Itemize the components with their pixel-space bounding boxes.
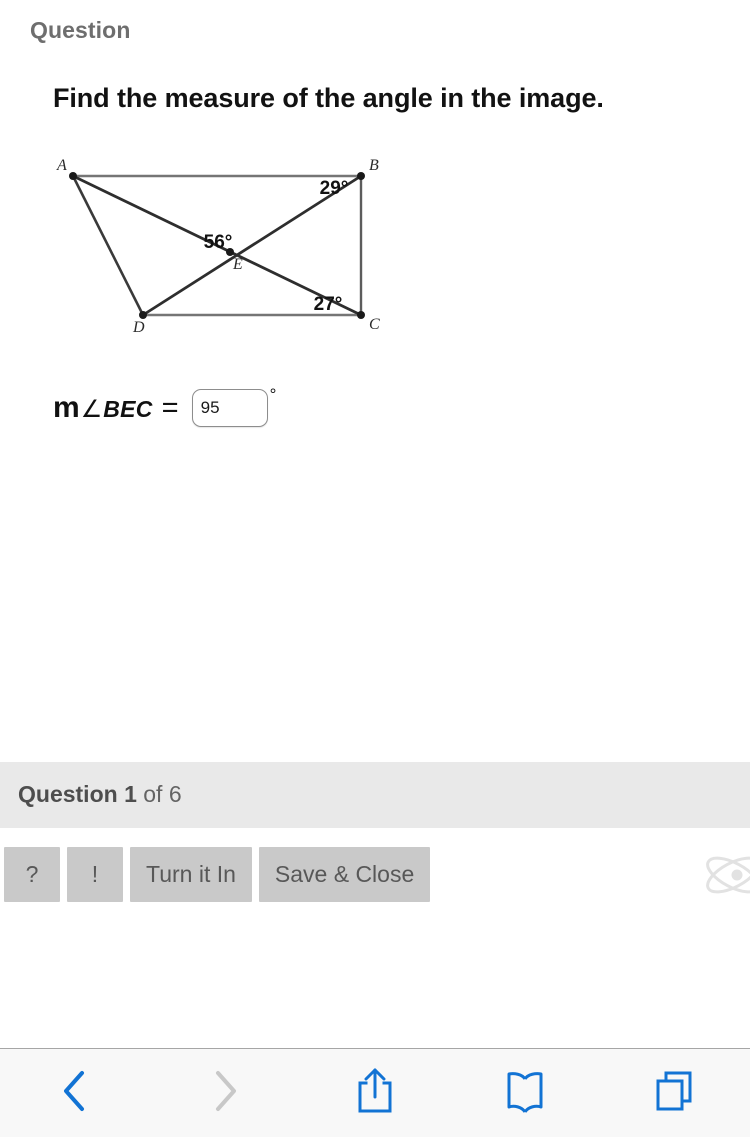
action-buttons-group: ? ! Turn it In Save & Close: [4, 847, 431, 902]
vertex-label-d: D: [132, 319, 145, 336]
degree-unit-symbol: °: [269, 385, 277, 404]
answer-equation-label: m∠BEC =: [53, 393, 179, 423]
browser-bottom-toolbar: [0, 1048, 750, 1137]
page-header: Question: [0, 0, 750, 62]
atom-logo-icon: [702, 844, 750, 906]
help-button[interactable]: ?: [4, 847, 60, 902]
vertex-dot-c: [357, 311, 365, 319]
segment-ad: [71, 175, 145, 316]
angle-symbol: ∠: [80, 396, 103, 423]
progress-total: 6: [168, 781, 182, 807]
question-progress-text: Question 1 of 6: [18, 781, 182, 808]
back-button[interactable]: [0, 1049, 150, 1137]
vertex-dot-a: [69, 172, 77, 180]
answer-input[interactable]: [191, 389, 268, 427]
geometry-figure: A B C D E 29° 56° 27°: [40, 150, 440, 350]
vertex-dot-b: [357, 172, 365, 180]
answer-row: m∠BEC = °: [53, 380, 276, 436]
vertex-dot-d: [139, 311, 147, 319]
bookmarks-icon: [501, 1067, 549, 1120]
tabs-button[interactable]: [600, 1049, 750, 1137]
back-icon: [58, 1067, 92, 1120]
vertex-label-c: C: [369, 316, 380, 333]
angle-label-29: 29°: [320, 178, 349, 199]
angle-label-27: 27°: [314, 294, 343, 315]
progress-current: 1: [124, 781, 137, 807]
forward-icon: [208, 1067, 242, 1120]
equals-sign: =: [161, 392, 179, 424]
angle-points: BEC: [103, 396, 153, 422]
question-progress-bar: Question 1 of 6: [0, 762, 750, 828]
action-button-bar: ? ! Turn it In Save & Close: [0, 828, 750, 923]
save-and-close-button[interactable]: Save & Close: [258, 847, 431, 902]
share-icon: [354, 1065, 396, 1122]
turn-it-in-button[interactable]: Turn it In: [130, 847, 252, 902]
progress-connector: of: [143, 781, 163, 807]
share-button[interactable]: [300, 1049, 450, 1137]
question-content-area: Find the measure of the angle in the ima…: [0, 62, 750, 762]
tabs-icon: [652, 1067, 698, 1120]
question-prompt-text: Find the measure of the angle in the ima…: [53, 83, 604, 113]
progress-prefix: Question: [18, 781, 118, 807]
forward-button[interactable]: [150, 1049, 300, 1137]
angle-label-56: 56°: [204, 232, 233, 253]
page-title: Question: [30, 17, 131, 43]
vertex-label-a: A: [56, 157, 67, 174]
alert-button[interactable]: !: [67, 847, 123, 902]
bookmarks-button[interactable]: [450, 1049, 600, 1137]
measure-prefix: m: [53, 391, 80, 424]
vertex-label-b: B: [369, 157, 379, 174]
vertex-label-e: E: [232, 256, 243, 273]
